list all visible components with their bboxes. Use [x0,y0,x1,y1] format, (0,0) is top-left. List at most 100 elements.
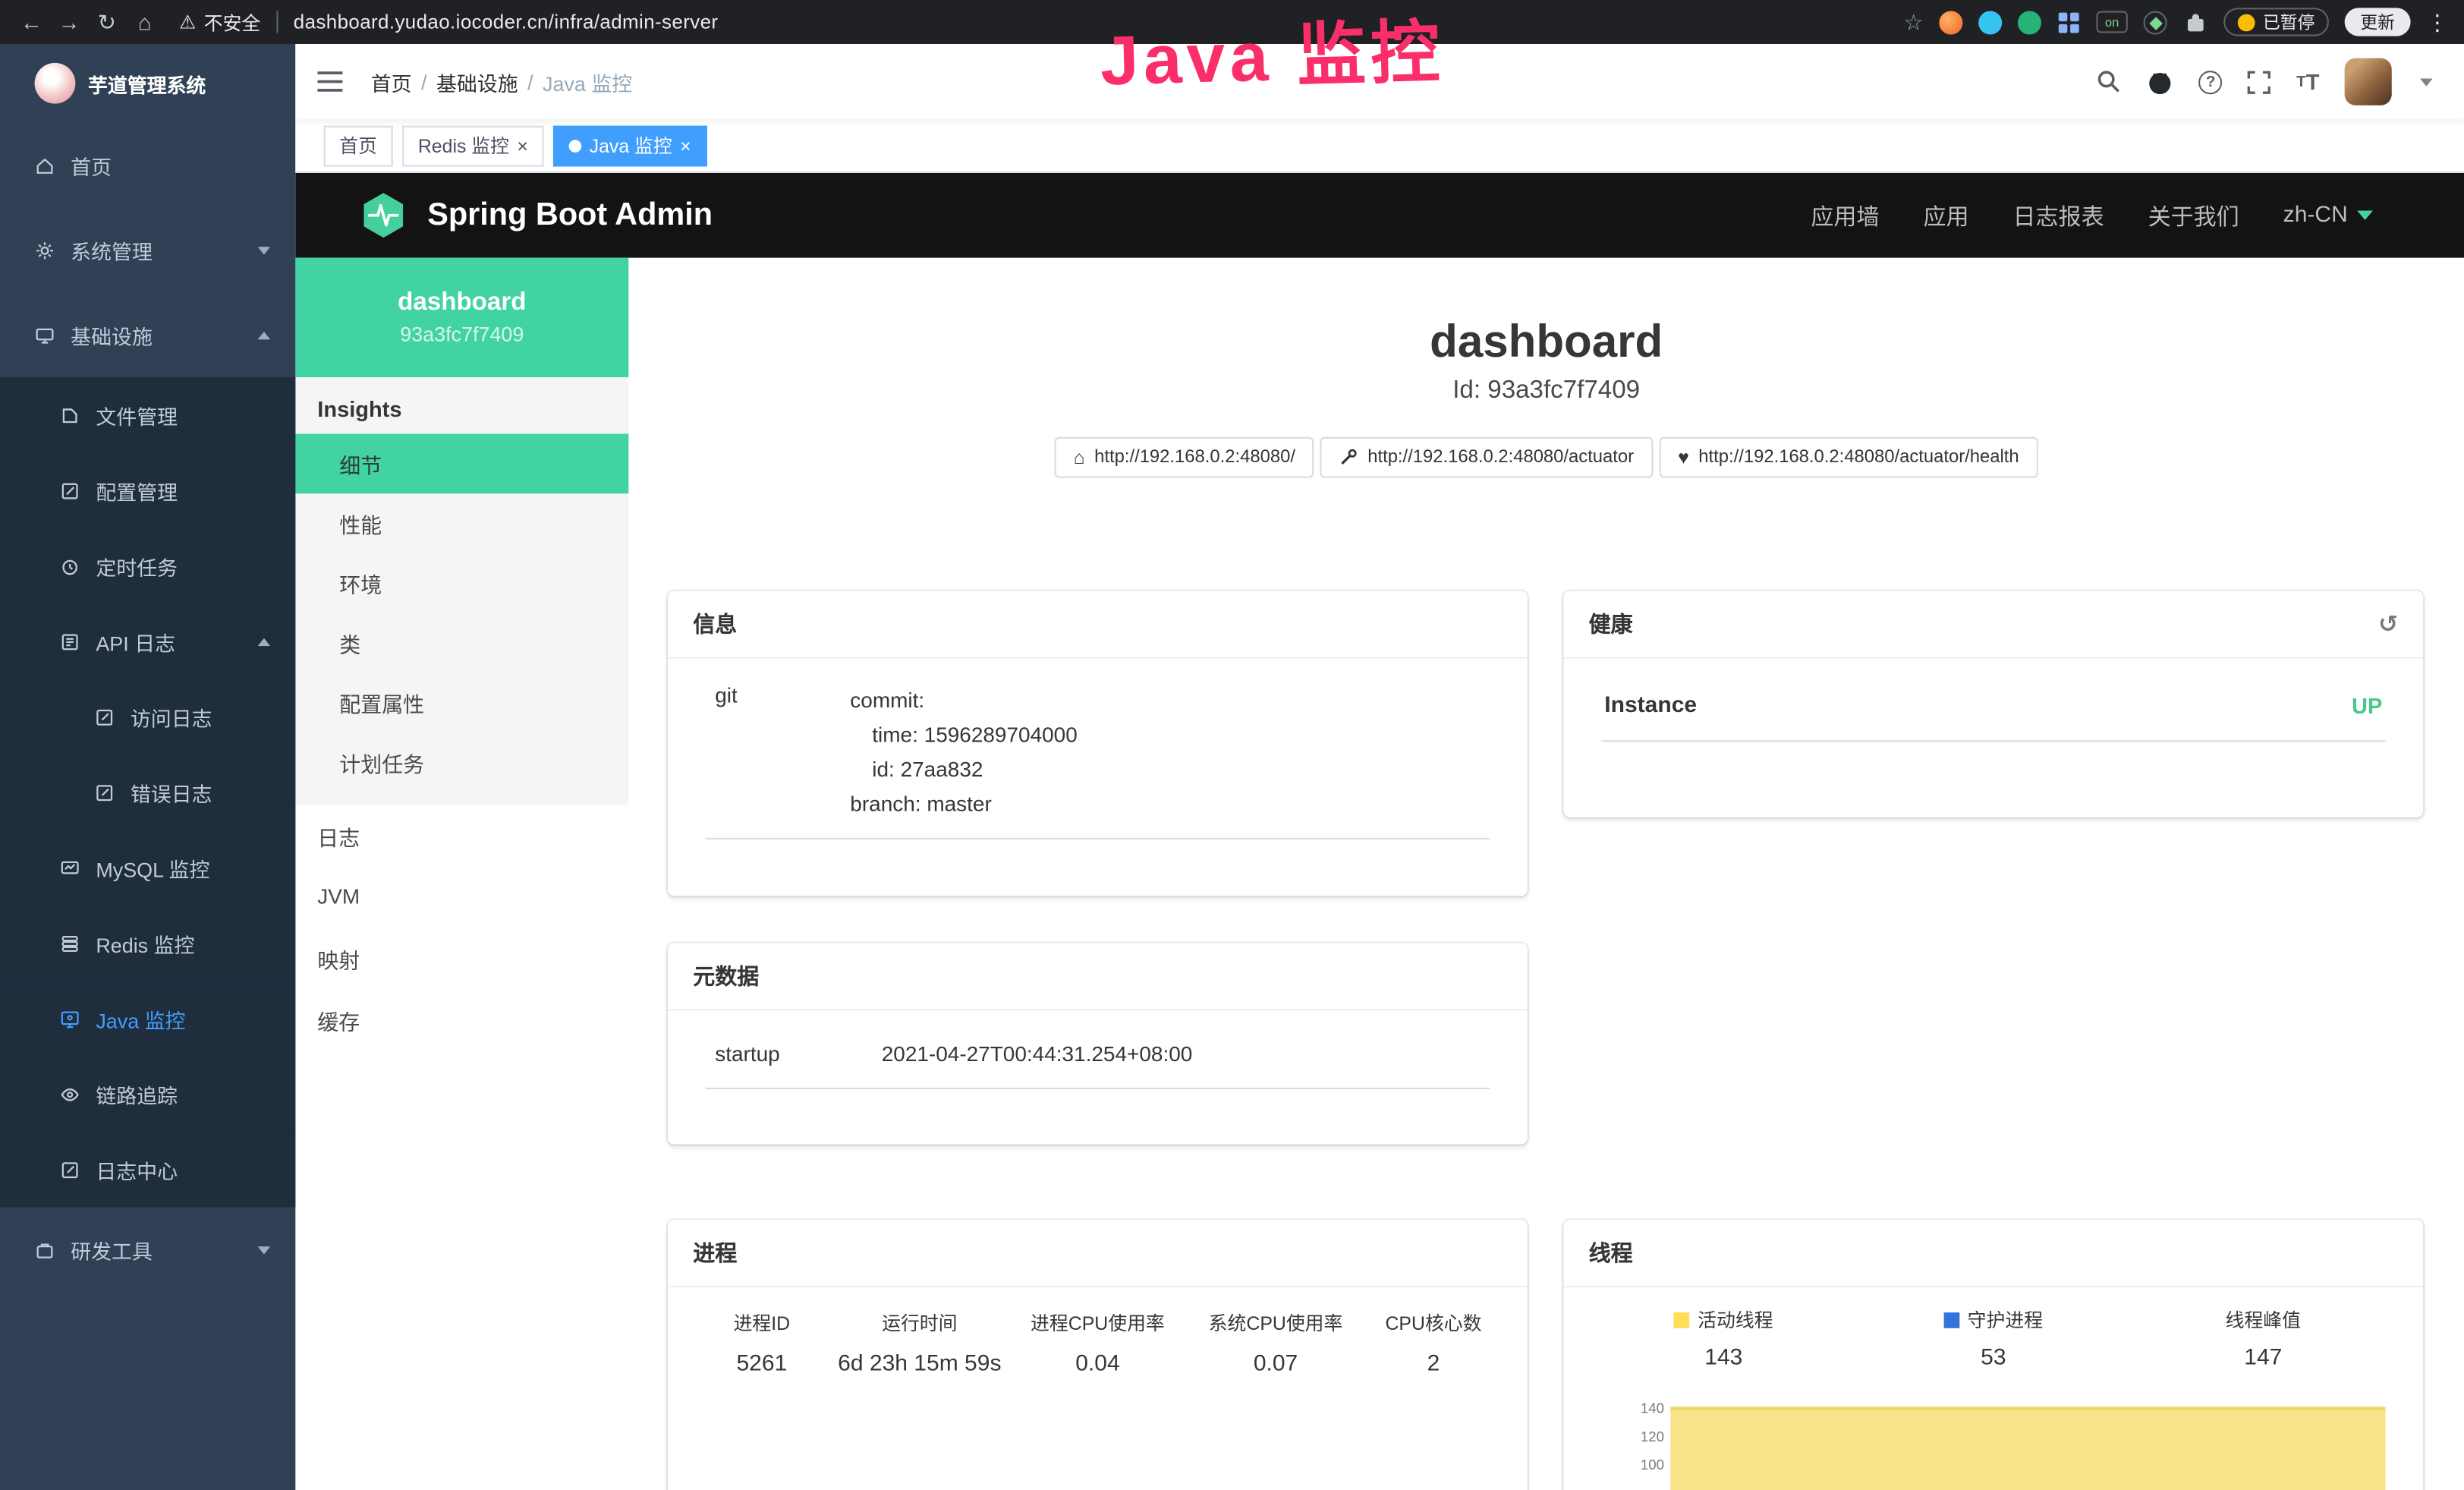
security-chip[interactable]: ⚠ 不安全 [179,8,260,35]
close-icon[interactable]: × [680,136,691,155]
sidebar-item-scheduled-tasks[interactable]: 定时任务 [0,528,295,603]
navbar-actions: ? TT [2097,58,2442,106]
sba-menu-classes[interactable]: 类 [295,613,628,673]
stack-icon [60,933,80,953]
sidebar-item-java-monitor[interactable]: Java 监控 [0,981,295,1056]
sba-menu-caches[interactable]: 缓存 [295,989,628,1051]
tab-redis-monitor[interactable]: Redis 监控 × [402,125,543,166]
history-icon[interactable]: ↺ [2378,610,2398,638]
sba-menu-configprops[interactable]: 配置属性 [295,673,628,732]
paused-badge[interactable]: 已暂停 [2223,8,2329,36]
sba-menu-logs[interactable]: 日志 [295,805,628,866]
infra-submenu: 文件管理 配置管理 定时任务 API 日志 访问日志 错误日志 [0,377,295,1207]
sba-menu-jvm[interactable]: JVM [295,866,628,928]
health-url-button[interactable]: ♥ http://192.168.0.2:48080/actuator/heal… [1659,437,2038,478]
sidebar-item-trace[interactable]: 链路追踪 [0,1057,295,1132]
extension-leaf-icon[interactable] [2144,10,2167,33]
sba-nav-applications[interactable]: 应用 [1923,199,1968,232]
info-key: git [706,684,851,822]
threads-legend: 活动线程 143 守护进程 53 [1589,1306,2398,1371]
actuator-url-button[interactable]: http://192.168.0.2:48080/actuator [1320,437,1653,478]
health-instance-row: Instance UP [1601,684,2385,742]
extension-grid-icon[interactable] [2057,10,2081,33]
extension-green-icon[interactable] [2018,10,2041,33]
service-url-button[interactable]: ⌂ http://192.168.0.2:48080/ [1055,437,1314,478]
sidebar-item-access-logs[interactable]: 访问日志 [0,679,295,754]
sidebar-label: 系统管理 [71,235,153,265]
sba-instance-block[interactable]: dashboard 93a3fc7f7409 [295,258,628,377]
forward-icon[interactable]: → [50,9,88,34]
sba-menu-scheduled[interactable]: 计划任务 [295,732,628,792]
divider [276,11,278,33]
close-icon[interactable]: × [517,136,528,155]
update-button[interactable]: 更新 [2345,8,2411,36]
sba-nav: 应用墙 应用 日志报表 关于我们 zh-CN [1811,199,2373,232]
sidebar-item-file-manage[interactable]: 文件管理 [0,377,295,452]
extension-fox-icon[interactable] [1939,10,1962,33]
back-icon[interactable]: ← [13,9,51,34]
metadata-card: 元数据 startup 2021-04-27T00:44:31.254+08:0… [668,943,1528,1144]
sidebar-label: 定时任务 [96,551,178,581]
extensions-puzzle-icon[interactable] [2182,9,2208,34]
sba-brand[interactable]: Spring Boot Admin [358,191,713,241]
sba-nav-about[interactable]: 关于我们 [2148,199,2239,232]
browser-home-icon[interactable]: ⌂ [126,9,164,34]
breadcrumb-section[interactable]: 基础设施 [436,67,518,96]
sidebar-item-home[interactable]: 首页 [0,123,295,208]
sidebar-label: Java 监控 [96,1003,185,1033]
app-logo[interactable]: 芋道管理系统 [0,44,295,123]
font-size-icon[interactable]: TT [2296,69,2319,94]
sba-menu-details[interactable]: 细节 [295,434,628,494]
help-icon[interactable]: ? [2199,70,2223,93]
extension-drop-icon[interactable] [1978,10,2002,33]
browser-menu-icon[interactable]: ⋮ [2426,8,2448,35]
breadcrumb-home[interactable]: 首页 [371,67,412,96]
paused-face-icon [2238,14,2255,31]
github-icon[interactable] [2147,68,2173,95]
threads-card: 线程 活动线程 143 [1563,1220,2423,1490]
sba-nav-wall[interactable]: 应用墙 [1811,199,1879,232]
browser-chrome: ← → ↻ ⌂ ⚠ 不安全 dashboard.yudao.iocoder.cn… [0,0,2464,44]
sba-locale-select[interactable]: zh-CN [2283,203,2373,228]
sidebar-label: 链路追踪 [96,1079,178,1109]
sidebar-item-mysql-monitor[interactable]: MySQL 监控 [0,830,295,905]
reload-icon[interactable]: ↻ [88,8,126,35]
sba-nav-journal[interactable]: 日志报表 [2013,199,2104,232]
extension-on-badge[interactable]: on [2096,11,2127,33]
sidebar-item-api-logs[interactable]: API 日志 [0,603,295,679]
health-card: 健康 ↺ Instance UP [1563,591,2423,817]
sidebar-item-error-logs[interactable]: 错误日志 [0,754,295,830]
sba-menu-metrics[interactable]: 性能 [295,493,628,553]
sba-menu-environment[interactable]: 环境 [295,553,628,613]
sba-brand-label: Spring Boot Admin [427,197,713,234]
home-icon: ⌂ [1074,448,1085,467]
sidebar-item-system[interactable]: 系统管理 [0,207,295,292]
sidebar-item-log-center[interactable]: 日志中心 [0,1132,295,1207]
sba-locale-value: zh-CN [2283,203,2348,228]
y-tick: 140 [1601,1400,1664,1416]
sidebar-label: 研发工具 [71,1235,153,1265]
sidebar-item-config-manage[interactable]: 配置管理 [0,452,295,528]
sba-insights-section: Insights 细节 性能 环境 类 配置属性 计划任务 [295,377,628,805]
sidebar-item-redis-monitor[interactable]: Redis 监控 [0,906,295,981]
tab-java-monitor[interactable]: Java 监控 × [553,125,706,166]
avatar-caret-icon[interactable] [2420,78,2433,86]
tab-home[interactable]: 首页 [324,125,393,166]
logo-avatar [35,63,76,104]
sidebar-item-infra[interactable]: 基础设施 [0,292,295,377]
tab-label: Java 监控 [590,132,672,159]
sba-insights-title: Insights [295,377,628,434]
sidebar-item-dev-tools[interactable]: 研发工具 [0,1207,295,1292]
url-bar[interactable]: dashboard.yudao.iocoder.cn/infra/admin-s… [294,11,719,33]
fullscreen-icon[interactable] [2248,70,2271,93]
user-avatar[interactable] [2345,58,2392,106]
pencil-square-icon [94,707,115,727]
sba-menu-mappings[interactable]: 映射 [295,928,628,989]
search-icon[interactable] [2097,69,2122,94]
sidebar-label: 基础设施 [71,320,153,349]
edit-icon [60,480,80,501]
bookmark-star-icon[interactable]: ☆ [1904,8,1924,35]
database-icon [60,858,80,878]
hamburger-icon[interactable] [317,71,345,93]
info-line: commit: [850,684,1077,719]
